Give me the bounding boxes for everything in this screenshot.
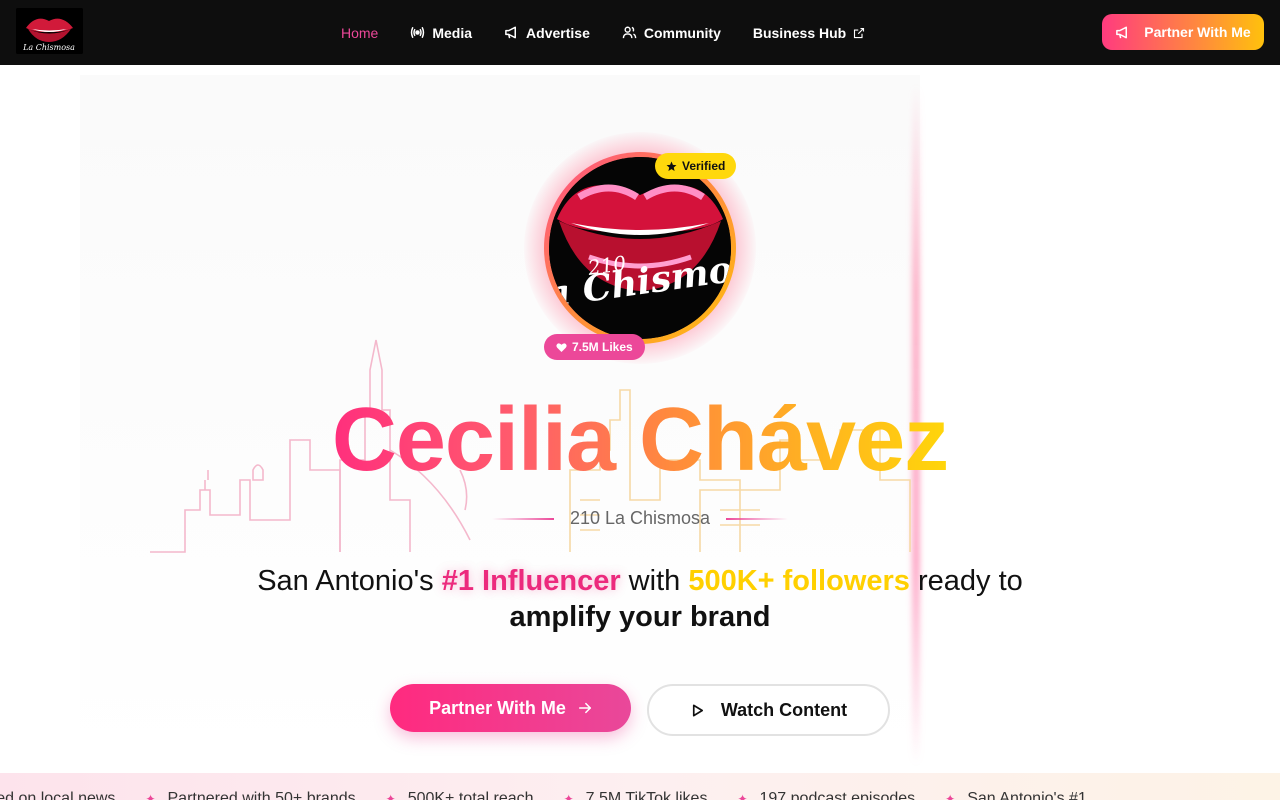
nav-media[interactable]: Media xyxy=(410,25,472,41)
likes-badge: 7.5M Likes xyxy=(544,334,645,360)
ticker-text: San Antonio's #1 xyxy=(967,790,1087,800)
arrow-right-icon xyxy=(578,702,591,714)
play-icon xyxy=(692,704,703,716)
tagline-part2: with xyxy=(620,565,689,597)
hero-name: Cecilia Chávez xyxy=(0,390,1280,490)
profile-avatar[interactable]: 210 a Chismos xyxy=(544,152,736,344)
stats-ticker: Featured on local news ✦ Partnered with 5… xyxy=(0,773,1280,800)
tagline-highlight-brand: amplify your brand xyxy=(509,601,771,633)
hero-tagline: San Antonio's #1 Influencer with 500K+ f… xyxy=(240,563,1040,635)
nav-media-label: Media xyxy=(432,24,473,41)
ticker-item: ✦ 7.5M TikTok likes xyxy=(564,790,708,800)
tagline-part1: San Antonio's xyxy=(257,565,442,597)
primary-button-label: Partner With Me xyxy=(429,697,566,718)
external-link-icon xyxy=(854,27,865,38)
ticker-text: Featured on local news xyxy=(0,790,116,800)
nav-home[interactable]: Home xyxy=(341,25,378,41)
megaphone-icon xyxy=(1116,26,1128,38)
ticker-item: Featured on local news xyxy=(0,790,115,800)
nav-advertise[interactable]: Advertise xyxy=(504,25,590,41)
tagline-part3: ready to xyxy=(909,565,1023,597)
lips-logo-icon: La Chismosa xyxy=(16,8,83,54)
lips-avatar-icon: 210 a Chismos xyxy=(549,157,731,339)
nav-business-hub-label: Business Hub xyxy=(752,24,847,41)
svg-text:La Chismosa: La Chismosa xyxy=(22,43,75,52)
subtitle-text: 210 La Chismosa xyxy=(569,508,711,528)
subtitle-divider-left xyxy=(491,517,554,520)
main-nav: Home Media Advertise Community Business xyxy=(341,0,897,65)
verified-badge: Verified xyxy=(655,153,737,179)
verified-label: Verified xyxy=(682,159,726,173)
nav-community-label: Community xyxy=(643,24,721,41)
sparkle-icon: ✦ xyxy=(145,792,156,800)
sparkle-icon: ✦ xyxy=(563,792,574,800)
nav-advertise-label: Advertise xyxy=(526,24,590,41)
sparkle-icon: ✦ xyxy=(385,792,396,800)
logo[interactable]: La Chismosa xyxy=(16,8,83,54)
ticker-text: Partnered with 50+ brands xyxy=(167,790,356,800)
ticker-item: ✦ San Antonio's #1 xyxy=(945,790,1087,800)
ticker-track: Featured on local news ✦ Partnered with 5… xyxy=(0,790,1087,800)
watch-content-button[interactable]: Watch Content xyxy=(647,684,890,736)
ticker-item: ✦ 500K+ total reach xyxy=(386,790,534,800)
users-icon xyxy=(622,26,637,39)
nav-business-hub[interactable]: Business Hub xyxy=(753,25,865,41)
partner-nav-label: Partner With Me xyxy=(1144,24,1251,40)
star-icon xyxy=(666,161,677,171)
ticker-text: 197 podcast episodes xyxy=(759,790,916,800)
tagline-highlight-rank: #1 Influencer xyxy=(441,565,621,597)
ticker-item: ✦ 197 podcast episodes xyxy=(737,790,915,800)
ticker-text: 500K+ total reach xyxy=(407,790,534,800)
heart-icon xyxy=(556,342,567,352)
ticker-text: 7.5M TikTok likes xyxy=(585,790,708,800)
nav-community[interactable]: Community xyxy=(622,25,721,41)
nav-home-label: Home xyxy=(341,24,379,41)
hero-name-text: Cecilia Chávez xyxy=(331,390,949,490)
partner-with-me-button[interactable]: Partner With Me xyxy=(390,684,631,732)
ticker-item: ✦ Partnered with 50+ brands xyxy=(145,790,355,800)
sparkle-icon: ✦ xyxy=(945,792,956,800)
subtitle-divider-right xyxy=(726,517,789,520)
hero-section: 210 a Chismos Verified 7.5M Likes Cecili… xyxy=(0,65,1280,773)
hero-subtitle: 210 La Chismosa xyxy=(0,508,1280,529)
tagline-highlight-followers: 500K+ followers xyxy=(688,565,910,597)
partner-with-me-nav-button[interactable]: Partner With Me xyxy=(1102,14,1264,50)
sparkle-icon: ✦ xyxy=(737,792,748,800)
top-navbar: La Chismosa Home Media Advertise Communi… xyxy=(0,0,1280,65)
secondary-button-label: Watch Content xyxy=(720,699,848,720)
megaphone-icon xyxy=(505,26,517,39)
profile-avatar-wrapper: 210 a Chismos xyxy=(524,132,756,364)
likes-label: 7.5M Likes xyxy=(572,340,633,354)
broadcast-icon xyxy=(411,27,425,38)
